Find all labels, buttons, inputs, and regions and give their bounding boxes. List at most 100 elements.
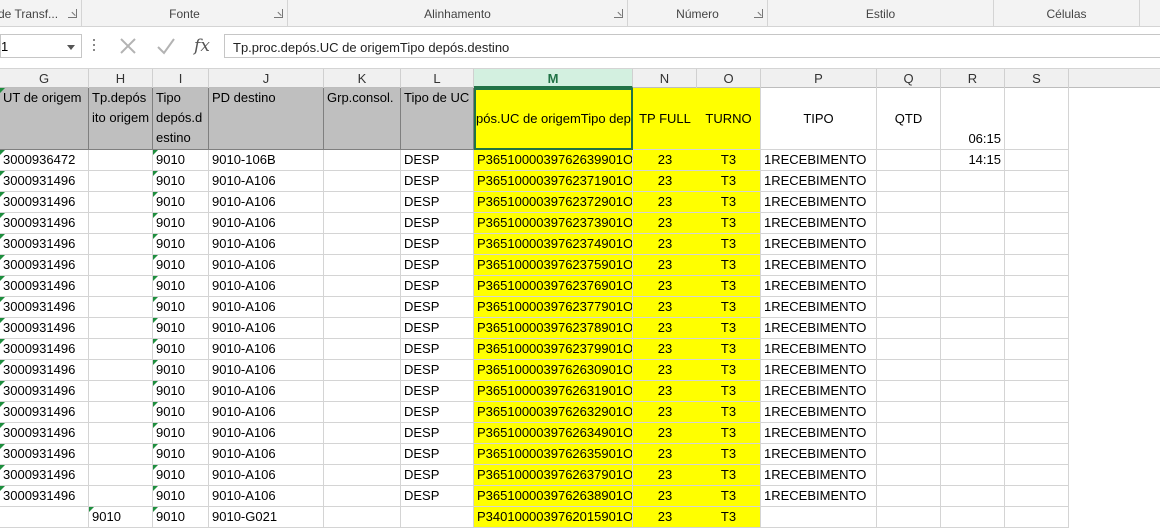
- cell-k[interactable]: [324, 318, 401, 339]
- column-header-j[interactable]: J: [209, 69, 324, 88]
- cell-i[interactable]: 9010: [153, 360, 209, 381]
- cell-o[interactable]: T3: [697, 360, 761, 381]
- dialog-launcher-icon[interactable]: [274, 9, 283, 18]
- column-header-g[interactable]: G: [0, 69, 89, 88]
- cell-o[interactable]: T3: [697, 444, 761, 465]
- cell-s[interactable]: [1005, 465, 1069, 486]
- cell-h[interactable]: [89, 486, 153, 507]
- cell-n[interactable]: 23: [633, 234, 697, 255]
- cell-j[interactable]: 9010-A106: [209, 402, 324, 423]
- cell-k[interactable]: [324, 444, 401, 465]
- cell-k[interactable]: [324, 171, 401, 192]
- cell-s[interactable]: [1005, 192, 1069, 213]
- cell-q[interactable]: [877, 255, 941, 276]
- cell-h[interactable]: [89, 276, 153, 297]
- chevron-down-icon[interactable]: [67, 45, 75, 50]
- cell-r[interactable]: [941, 192, 1005, 213]
- cell-s[interactable]: [1005, 339, 1069, 360]
- cell-q[interactable]: [877, 402, 941, 423]
- cell-g[interactable]: 3000931496: [0, 465, 89, 486]
- cell-h[interactable]: [89, 192, 153, 213]
- cell-p[interactable]: 1RECEBIMENTO: [761, 318, 877, 339]
- cell-l[interactable]: DESP: [401, 150, 474, 171]
- cell-j[interactable]: 9010-A106: [209, 276, 324, 297]
- cell-o[interactable]: T3: [697, 486, 761, 507]
- cell-q[interactable]: [877, 276, 941, 297]
- cell-p[interactable]: 1RECEBIMENTO: [761, 360, 877, 381]
- cell-h[interactable]: [89, 339, 153, 360]
- cell-l[interactable]: DESP: [401, 486, 474, 507]
- cell-g[interactable]: 3000931496: [0, 192, 89, 213]
- cell-n[interactable]: 23: [633, 255, 697, 276]
- cell-p[interactable]: [761, 507, 877, 528]
- cell-m[interactable]: P3651000039762378901O: [474, 318, 633, 339]
- header-cell-r[interactable]: 06:15: [941, 88, 1005, 150]
- cell-m[interactable]: P3651000039762634901O: [474, 423, 633, 444]
- cell-h[interactable]: 9010: [89, 507, 153, 528]
- cell-p[interactable]: 1RECEBIMENTO: [761, 297, 877, 318]
- cell-j[interactable]: 9010-A106: [209, 297, 324, 318]
- cell-s[interactable]: [1005, 360, 1069, 381]
- cell-m[interactable]: P3651000039762635901O: [474, 444, 633, 465]
- cell-j[interactable]: 9010-A106: [209, 255, 324, 276]
- cell-j[interactable]: 9010-A106: [209, 423, 324, 444]
- column-header-p[interactable]: P: [761, 69, 877, 88]
- cell-r[interactable]: [941, 234, 1005, 255]
- cell-n[interactable]: 23: [633, 150, 697, 171]
- cell-r[interactable]: [941, 423, 1005, 444]
- cell-m[interactable]: P3651000039762637901O: [474, 465, 633, 486]
- cell-i[interactable]: 9010: [153, 339, 209, 360]
- cell-g[interactable]: [0, 507, 89, 528]
- cell-r[interactable]: 14:15: [941, 150, 1005, 171]
- cell-l[interactable]: DESP: [401, 297, 474, 318]
- cell-m[interactable]: P3401000039762015901O: [474, 507, 633, 528]
- cell-n[interactable]: 23: [633, 423, 697, 444]
- cell-n[interactable]: 23: [633, 318, 697, 339]
- cell-h[interactable]: [89, 423, 153, 444]
- cell-r[interactable]: [941, 507, 1005, 528]
- cell-h[interactable]: [89, 402, 153, 423]
- cell-g[interactable]: 3000931496: [0, 318, 89, 339]
- cell-i[interactable]: 9010: [153, 171, 209, 192]
- cell-k[interactable]: [324, 297, 401, 318]
- cell-p[interactable]: 1RECEBIMENTO: [761, 465, 877, 486]
- cell-s[interactable]: [1005, 150, 1069, 171]
- cell-j[interactable]: 9010-G021: [209, 507, 324, 528]
- column-header-n[interactable]: N: [633, 69, 697, 88]
- cell-r[interactable]: [941, 444, 1005, 465]
- cell-s[interactable]: [1005, 318, 1069, 339]
- cell-l[interactable]: DESP: [401, 276, 474, 297]
- cell-l[interactable]: DESP: [401, 381, 474, 402]
- cell-r[interactable]: [941, 360, 1005, 381]
- header-cell-l[interactable]: Tipo de UC: [401, 88, 474, 150]
- cell-n[interactable]: 23: [633, 360, 697, 381]
- cell-j[interactable]: 9010-A106: [209, 213, 324, 234]
- cell-p[interactable]: 1RECEBIMENTO: [761, 486, 877, 507]
- cell-l[interactable]: DESP: [401, 255, 474, 276]
- cell-h[interactable]: [89, 171, 153, 192]
- cell-m[interactable]: P3651000039762638901O: [474, 486, 633, 507]
- cell-r[interactable]: [941, 276, 1005, 297]
- cell-p[interactable]: 1RECEBIMENTO: [761, 171, 877, 192]
- column-header-i[interactable]: I: [153, 69, 209, 88]
- dialog-launcher-icon[interactable]: [68, 9, 77, 18]
- cell-l[interactable]: [401, 507, 474, 528]
- cell-q[interactable]: [877, 465, 941, 486]
- cell-o[interactable]: T3: [697, 297, 761, 318]
- cell-o[interactable]: T3: [697, 171, 761, 192]
- cell-r[interactable]: [941, 339, 1005, 360]
- cell-r[interactable]: [941, 255, 1005, 276]
- column-header-o[interactable]: O: [697, 69, 761, 88]
- cell-p[interactable]: 1RECEBIMENTO: [761, 234, 877, 255]
- cell-j[interactable]: 9010-A106: [209, 486, 324, 507]
- cell-p[interactable]: 1RECEBIMENTO: [761, 213, 877, 234]
- cell-h[interactable]: [89, 234, 153, 255]
- insert-function-fx-icon[interactable]: fx: [188, 34, 216, 58]
- cell-s[interactable]: [1005, 255, 1069, 276]
- cell-p[interactable]: 1RECEBIMENTO: [761, 339, 877, 360]
- cell-n[interactable]: 23: [633, 297, 697, 318]
- cell-k[interactable]: [324, 423, 401, 444]
- cell-k[interactable]: [324, 150, 401, 171]
- cell-n[interactable]: 23: [633, 444, 697, 465]
- cell-j[interactable]: 9010-A106: [209, 444, 324, 465]
